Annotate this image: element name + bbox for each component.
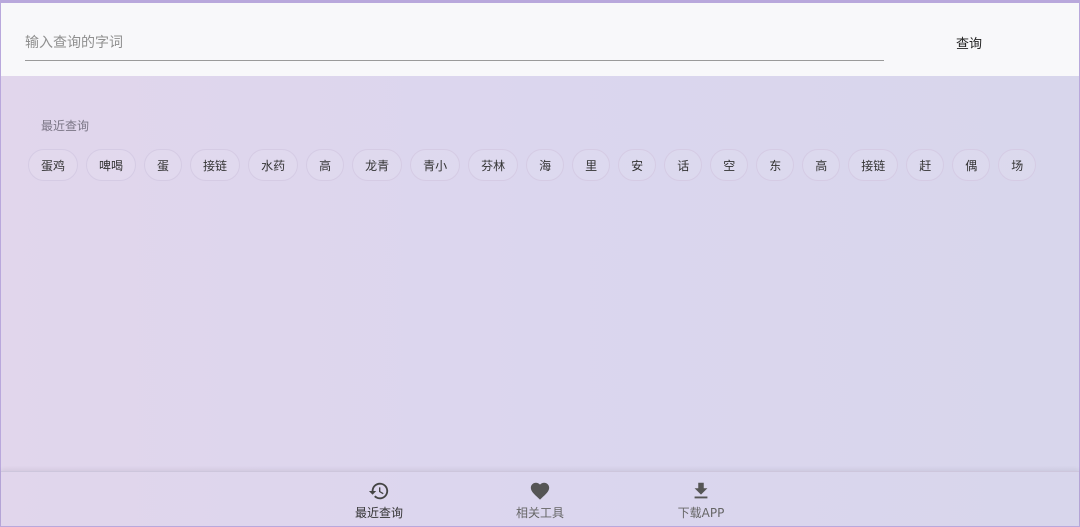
history-icon (368, 482, 389, 500)
recent-query-chip[interactable]: 安 (618, 149, 657, 181)
recent-query-chip[interactable]: 空 (710, 149, 749, 181)
nav-label: 最近查询 (354, 506, 403, 520)
nav-item-tools[interactable]: 相关工具 (495, 480, 585, 524)
recent-query-chip[interactable]: 赶 (906, 149, 945, 181)
recent-query-chip[interactable]: 蛋 (144, 149, 183, 181)
recent-query-chip[interactable]: 话 (664, 149, 703, 181)
bottom-navigation: 最近查询 相关工具 下载APP (1, 471, 1079, 527)
recent-query-chip[interactable]: 接链 (190, 149, 241, 181)
recent-query-chip[interactable]: 海 (526, 149, 565, 181)
recent-query-chip[interactable]: 东 (756, 149, 795, 181)
recent-query-chip[interactable]: 高 (306, 149, 345, 181)
recent-queries-list: 蛋鸡 啤喝 蛋 接链 水药 高 龙青 青小 芬林 海 里 安 话 空 东 高 接… (28, 149, 1068, 181)
nav-item-recent[interactable]: 最近查询 (334, 480, 424, 524)
search-bar: 查询 (1, 1, 1079, 76)
nav-label: 下载APP (677, 506, 725, 520)
recent-query-chip[interactable]: 偶 (952, 149, 991, 181)
recent-query-chip[interactable]: 蛋鸡 (28, 149, 79, 181)
recent-query-chip[interactable]: 龙青 (352, 149, 403, 181)
heart-icon (530, 482, 550, 500)
recent-query-chip[interactable]: 高 (802, 149, 841, 181)
download-icon (694, 482, 708, 499)
recent-query-chip[interactable]: 接链 (848, 149, 899, 181)
recent-query-chip[interactable]: 青小 (410, 149, 461, 181)
recent-query-chip[interactable]: 水药 (248, 149, 299, 181)
nav-item-download[interactable]: 下载APP (656, 480, 746, 524)
recent-query-chip[interactable]: 里 (572, 149, 611, 181)
recent-query-chip[interactable]: 啤喝 (86, 149, 137, 181)
recent-query-chip[interactable]: 场 (998, 149, 1037, 181)
search-input[interactable] (25, 29, 884, 61)
recent-query-chip[interactable]: 芬林 (468, 149, 519, 181)
recent-queries-title: 最近查询 (41, 119, 90, 133)
nav-label: 相关工具 (515, 506, 564, 520)
search-button[interactable]: 查询 (939, 29, 999, 55)
